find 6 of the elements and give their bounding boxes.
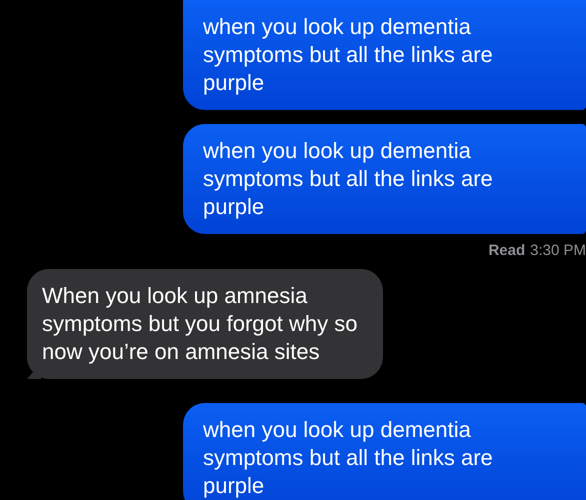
sent-message-bubble: when you look up dementia symptoms but all the links are purple (183, 0, 586, 110)
received-message-bubble: When you look up amnesia symptoms but you forgot why so now you’re on amnesia sites (27, 269, 383, 379)
read-status: Read (488, 242, 526, 259)
sent-message-bubble: when you look up dementia symptoms but all the links are purple (183, 124, 586, 234)
sent-message-bubble: when you look up dementia symptoms but all the links are purple (183, 403, 586, 500)
message-time: 3:30 PM (530, 242, 586, 259)
